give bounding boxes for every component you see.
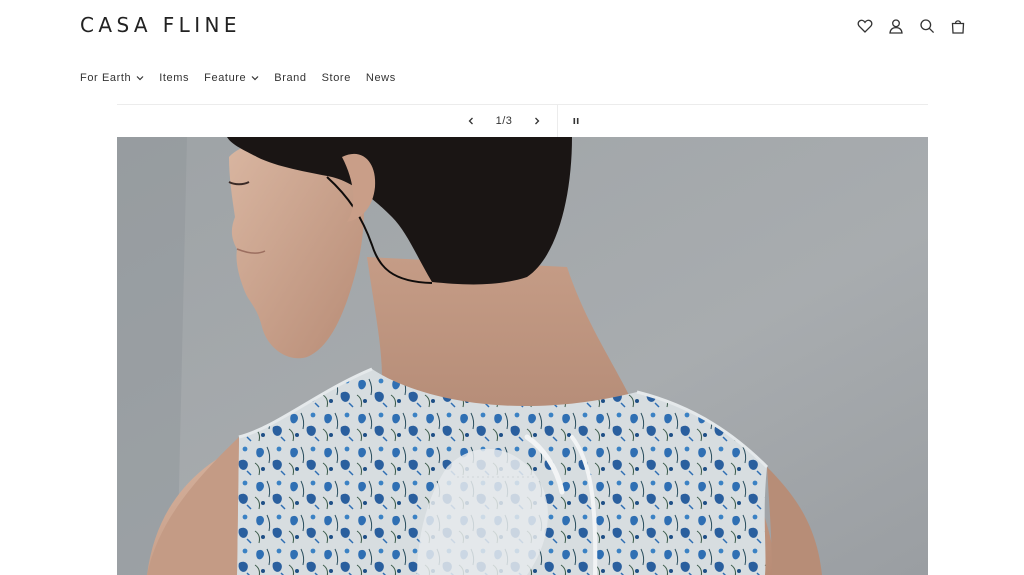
nav-item-label: For Earth bbox=[80, 72, 132, 84]
heart-icon[interactable] bbox=[855, 16, 874, 35]
chevron-right-icon[interactable] bbox=[525, 109, 549, 133]
hero-slide-image bbox=[117, 137, 928, 575]
nav-item-store[interactable]: Store bbox=[322, 70, 351, 86]
chevron-down-icon bbox=[251, 74, 259, 82]
control-divider bbox=[557, 104, 558, 137]
nav-item-news[interactable]: News bbox=[366, 70, 396, 86]
nav-item-label: Feature bbox=[204, 72, 247, 84]
nav-item-for-earth[interactable]: For Earth bbox=[80, 70, 144, 86]
nav-item-feature[interactable]: Feature bbox=[204, 70, 259, 86]
search-icon[interactable] bbox=[917, 16, 936, 35]
cart-icon[interactable] bbox=[948, 16, 967, 35]
pause-icon[interactable] bbox=[564, 109, 588, 133]
nav-item-brand[interactable]: Brand bbox=[274, 70, 306, 86]
nav-item-items[interactable]: Items bbox=[159, 70, 189, 86]
chevron-left-icon[interactable] bbox=[459, 109, 483, 133]
chevron-down-icon bbox=[136, 74, 144, 82]
site-header: CASA FLINE For Earth Items Feature Brand bbox=[0, 0, 1024, 104]
header-icons bbox=[855, 16, 967, 35]
nav-item-label: Store bbox=[321, 72, 351, 84]
nav-item-label: Brand bbox=[274, 72, 307, 84]
nav-item-label: Items bbox=[159, 72, 190, 84]
account-icon[interactable] bbox=[886, 16, 905, 35]
main-nav: For Earth Items Feature Brand Store News bbox=[80, 70, 411, 86]
hero-photo-illustration bbox=[117, 137, 928, 575]
brand-logo[interactable]: CASA FLINE bbox=[80, 13, 241, 37]
nav-item-label: News bbox=[365, 72, 396, 84]
slide-counter: 1/3 bbox=[495, 114, 513, 127]
slideshow-controls: 1/3 bbox=[459, 104, 588, 137]
